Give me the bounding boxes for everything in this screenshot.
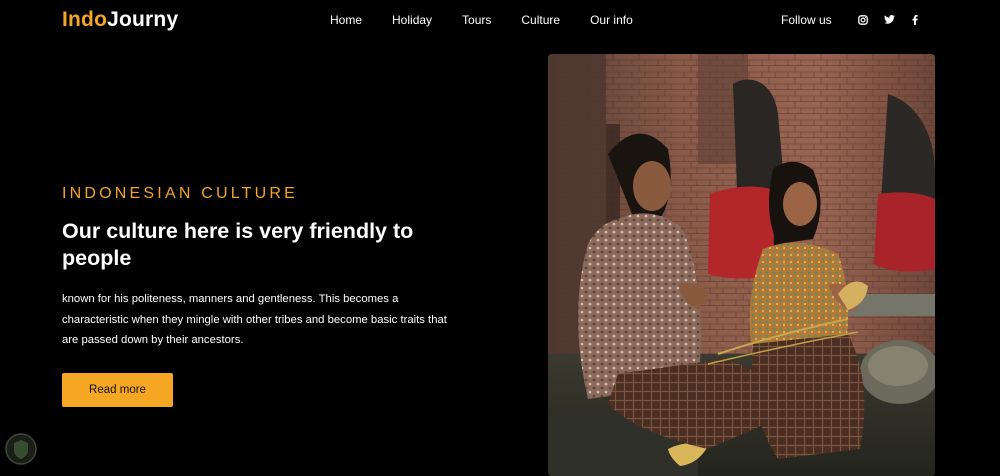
social-links [857,13,921,26]
brand-logo-part1: Indo [62,8,108,31]
main-nav: Home Holiday Tours Culture Our info [330,13,633,27]
nav-item-our-info[interactable]: Our info [590,13,633,27]
hero-eyebrow: INDONESIAN CULTURE [62,185,298,202]
instagram-icon[interactable] [857,13,869,26]
nav-item-culture[interactable]: Culture [521,13,560,27]
shield-badge-icon [4,432,38,466]
brand-logo[interactable]: IndoJourny [62,8,178,32]
brand-logo-part2: Journy [107,8,179,31]
facebook-icon[interactable] [909,13,921,26]
twitter-icon[interactable] [883,13,895,26]
nav-item-tours[interactable]: Tours [462,13,491,27]
follow-us-label: Follow us [781,13,832,27]
hero-description: known for his politeness, manners and ge… [62,293,447,346]
hero-photo [548,54,935,476]
nav-item-home[interactable]: Home [330,13,362,27]
hero-headline: Our culture here is very friendly to peo… [62,219,414,270]
read-more-button[interactable]: Read more [62,373,173,407]
nav-item-holiday[interactable]: Holiday [392,13,432,27]
